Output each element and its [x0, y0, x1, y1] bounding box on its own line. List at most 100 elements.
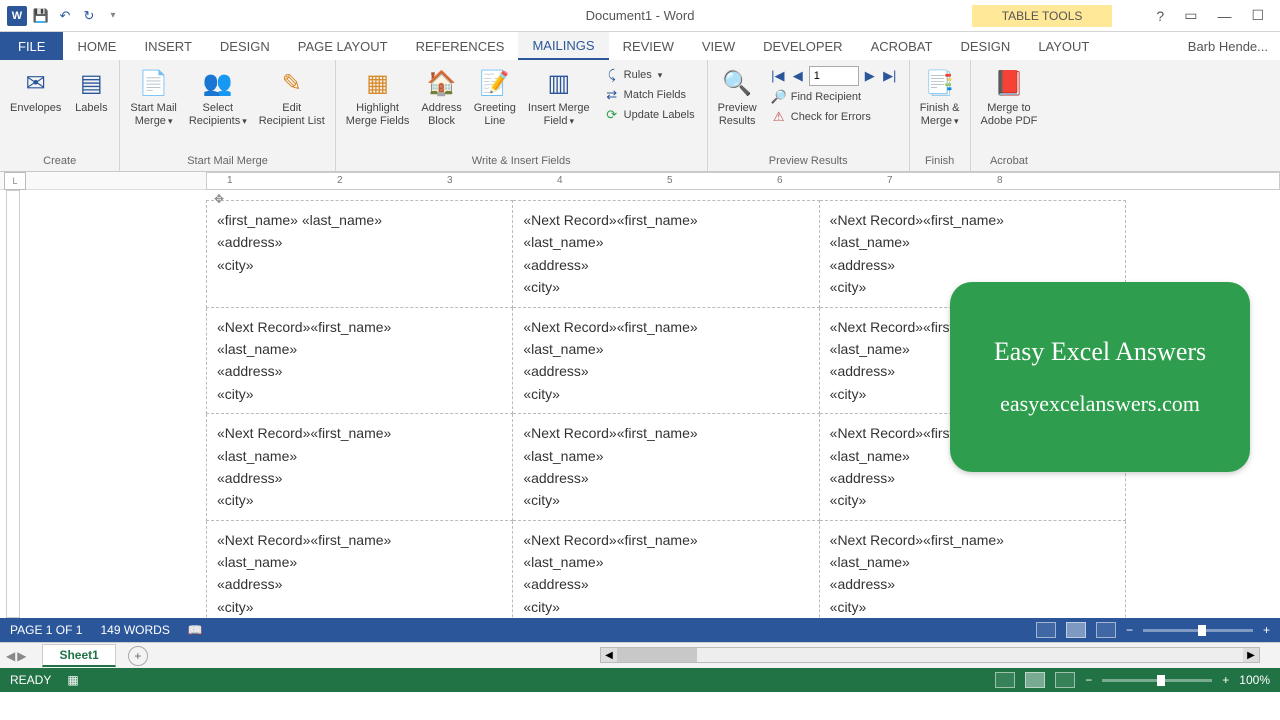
label-cell[interactable]: «Next Record»«first_name» «last_name» «a… — [207, 414, 513, 521]
preview-icon: 🔍 — [720, 66, 754, 100]
tab-table-layout[interactable]: LAYOUT — [1024, 32, 1103, 60]
view-read-mode-icon[interactable] — [1036, 622, 1056, 638]
excel-zoom-out-icon[interactable]: − — [1085, 673, 1092, 687]
tab-insert[interactable]: INSERT — [130, 32, 205, 60]
address-block-button[interactable]: 🏠Address Block — [417, 64, 465, 130]
match-icon: ⇄ — [604, 87, 620, 103]
sheet-nav-next-icon[interactable]: ▶ — [17, 649, 26, 663]
new-sheet-icon[interactable]: + — [128, 646, 148, 666]
record-number-input[interactable] — [809, 66, 859, 86]
tab-design[interactable]: DESIGN — [206, 32, 284, 60]
macro-record-icon[interactable]: ▦ — [67, 673, 78, 687]
last-record-icon[interactable]: ▶| — [881, 66, 899, 86]
labels-button[interactable]: ▤Labels — [69, 64, 113, 117]
zoom-out-icon[interactable]: − — [1126, 623, 1133, 637]
vertical-ruler[interactable] — [0, 190, 26, 618]
excel-view-page-layout-icon[interactable] — [1025, 672, 1045, 688]
account-name[interactable]: Barb Hende... — [1174, 32, 1280, 60]
group-acrobat: 📕Merge to Adobe PDF Acrobat — [971, 60, 1048, 171]
view-print-layout-icon[interactable] — [1066, 622, 1086, 638]
tab-references[interactable]: REFERENCES — [402, 32, 519, 60]
label-cell[interactable]: «Next Record»«first_name» «last_name» «a… — [207, 520, 513, 618]
horizontal-ruler[interactable]: L 12345678 — [0, 172, 1280, 190]
sheet-nav-prev-icon[interactable]: ◀ — [6, 649, 15, 663]
ruler-number: 2 — [337, 175, 343, 186]
scroll-thumb[interactable] — [617, 648, 697, 662]
tab-review[interactable]: REVIEW — [609, 32, 688, 60]
undo-icon[interactable]: ↶ — [54, 5, 76, 27]
zoom-in-icon[interactable]: + — [1263, 623, 1270, 637]
title-bar: W 💾 ↶ ↻ ▾ Document1 - Word TABLE TOOLS ?… — [0, 0, 1280, 32]
select-recipients-button[interactable]: 👥Select Recipients▾ — [185, 64, 251, 130]
label-cell[interactable]: «Next Record»«first_name» «last_name» «a… — [513, 414, 819, 521]
ruler-number: 6 — [777, 175, 783, 186]
edit-recipient-list-button[interactable]: ✎Edit Recipient List — [255, 64, 329, 130]
merge-to-pdf-button[interactable]: 📕Merge to Adobe PDF — [977, 64, 1042, 130]
maximize-icon[interactable]: ☐ — [1245, 7, 1270, 24]
excel-zoom-level[interactable]: 100% — [1239, 673, 1270, 687]
ribbon-options-icon[interactable]: ▭ — [1178, 7, 1203, 24]
label-cell[interactable]: «Next Record»«first_name» «last_name» «a… — [513, 201, 819, 308]
excel-zoom-slider[interactable] — [1102, 679, 1212, 682]
start-mail-merge-button[interactable]: 📄Start Mail Merge▾ — [126, 64, 180, 130]
tab-view[interactable]: VIEW — [688, 32, 749, 60]
contextual-tab-label: TABLE TOOLS — [972, 5, 1113, 27]
group-finish: 📑Finish & Merge▾ Finish — [910, 60, 971, 171]
redo-icon[interactable]: ↻ — [78, 5, 100, 27]
ruler-track[interactable]: 12345678 — [206, 172, 1280, 190]
tab-page-layout[interactable]: PAGE LAYOUT — [284, 32, 402, 60]
label-cell[interactable]: «Next Record»«first_name» «last_name» «a… — [207, 307, 513, 414]
qat-customize-icon[interactable]: ▾ — [102, 5, 124, 27]
save-icon[interactable]: 💾 — [30, 5, 52, 27]
rules-icon: ⤹ — [604, 67, 620, 83]
first-record-icon[interactable]: |◀ — [769, 66, 787, 86]
scroll-right-icon[interactable]: ▶ — [1243, 648, 1259, 662]
view-web-layout-icon[interactable] — [1096, 622, 1116, 638]
zoom-slider[interactable] — [1143, 629, 1253, 632]
label-cell[interactable]: «Next Record»«first_name» «last_name» «a… — [819, 520, 1125, 618]
highlight-merge-fields-button[interactable]: ▦Highlight Merge Fields — [342, 64, 414, 130]
rules-button[interactable]: ⤹Rules▾ — [602, 66, 697, 84]
preview-results-button[interactable]: 🔍Preview Results — [714, 64, 761, 130]
tab-acrobat[interactable]: ACROBAT — [857, 32, 947, 60]
minimize-icon[interactable]: — — [1211, 8, 1237, 24]
ribbon: ✉Envelopes ▤Labels Create 📄Start Mail Me… — [0, 60, 1280, 172]
envelopes-button[interactable]: ✉Envelopes — [6, 64, 65, 117]
table-move-handle-icon[interactable]: ✥ — [214, 192, 224, 206]
label-cell[interactable]: «Next Record»«first_name» «last_name» «a… — [513, 520, 819, 618]
proofing-icon[interactable]: 📖 — [188, 623, 203, 637]
match-fields-button[interactable]: ⇄Match Fields — [602, 86, 697, 104]
tab-home[interactable]: HOME — [63, 32, 130, 60]
greeting-line-button[interactable]: 📝Greeting Line — [470, 64, 520, 130]
tab-developer[interactable]: DEVELOPER — [749, 32, 856, 60]
excel-status-bar: READY ▦ − + 100% — [0, 668, 1280, 692]
group-start-mail-merge: 📄Start Mail Merge▾ 👥Select Recipients▾ ✎… — [120, 60, 335, 171]
find-recipient-button[interactable]: 🔎Find Recipient — [769, 88, 899, 106]
label-cell[interactable]: «Next Record»«first_name» «last_name» «a… — [513, 307, 819, 414]
tab-mailings[interactable]: MAILINGS — [518, 32, 608, 60]
status-page[interactable]: PAGE 1 OF 1 — [10, 623, 82, 637]
label-cell[interactable]: «first_name» «last_name» «address» «city… — [207, 201, 513, 308]
tab-file[interactable]: FILE — [0, 32, 63, 60]
watermark-title: Easy Excel Answers — [994, 337, 1206, 367]
scroll-left-icon[interactable]: ◀ — [601, 648, 617, 662]
check-errors-button[interactable]: ⚠Check for Errors — [769, 108, 899, 126]
tab-table-design[interactable]: DESIGN — [946, 32, 1024, 60]
next-record-icon[interactable]: ▶ — [861, 66, 879, 86]
insert-merge-field-button[interactable]: ▥Insert Merge Field▾ — [524, 64, 594, 130]
help-icon[interactable]: ? — [1150, 8, 1170, 24]
finish-icon: 📑 — [923, 66, 957, 100]
ribbon-tabs: FILE HOME INSERT DESIGN PAGE LAYOUT REFE… — [0, 32, 1280, 60]
excel-view-normal-icon[interactable] — [995, 672, 1015, 688]
status-word-count[interactable]: 149 WORDS — [100, 623, 169, 637]
update-labels-button[interactable]: ⟳Update Labels — [602, 106, 697, 124]
prev-record-icon[interactable]: ◀ — [789, 66, 807, 86]
sheet-tab-sheet1[interactable]: Sheet1 — [42, 644, 115, 667]
horizontal-scrollbar[interactable]: ◀ ▶ — [600, 647, 1260, 663]
excel-zoom-in-icon[interactable]: + — [1222, 673, 1229, 687]
find-icon: 🔎 — [771, 89, 787, 105]
finish-merge-button[interactable]: 📑Finish & Merge▾ — [916, 64, 964, 130]
tab-selector-icon[interactable]: L — [4, 172, 26, 190]
start-merge-icon: 📄 — [137, 66, 171, 100]
excel-view-page-break-icon[interactable] — [1055, 672, 1075, 688]
